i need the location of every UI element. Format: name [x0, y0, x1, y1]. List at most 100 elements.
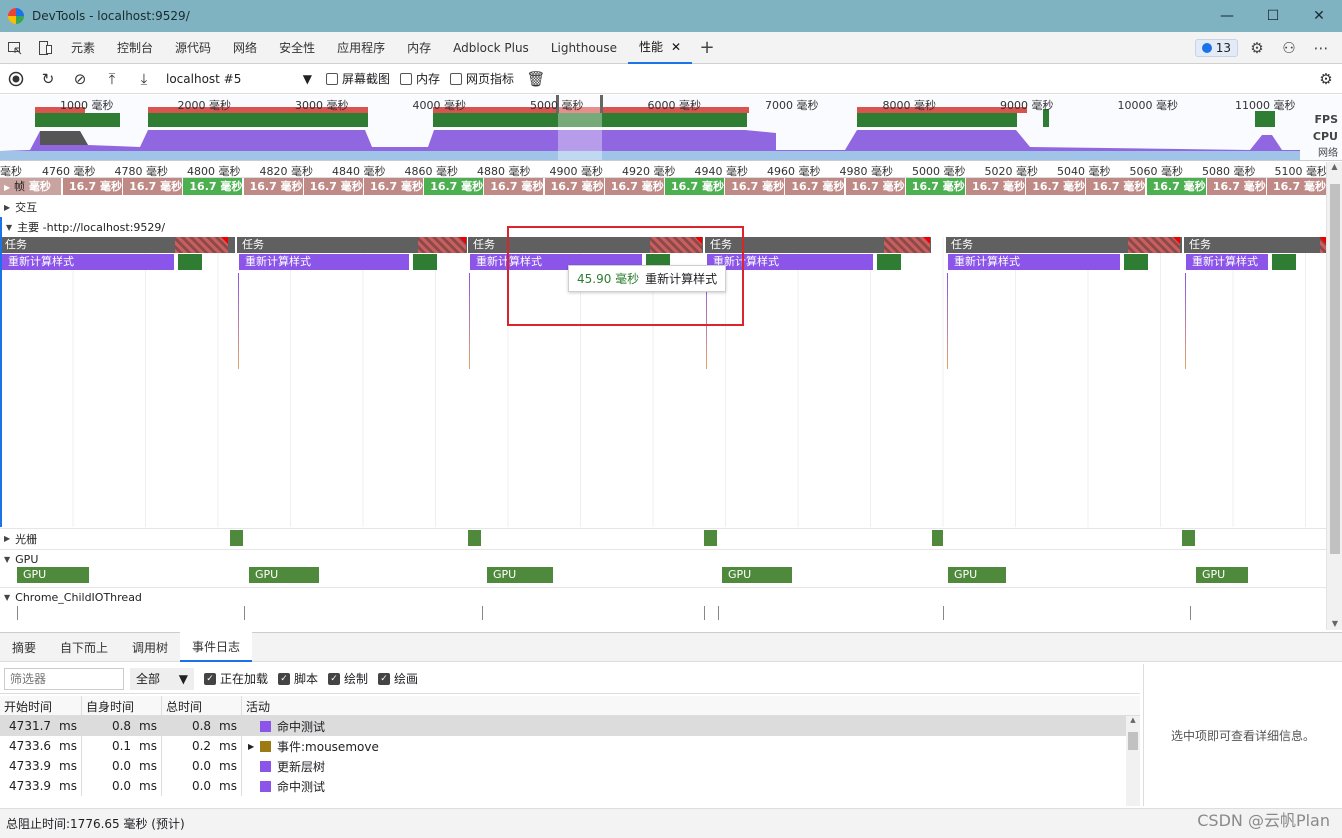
frame-block[interactable]: 16.7 毫秒 — [63, 178, 123, 195]
tab-4[interactable]: 安全性 — [268, 32, 326, 64]
raster-event[interactable] — [468, 530, 481, 546]
interactions-track[interactable]: ▶ 交互 — [0, 197, 1326, 217]
profile-select[interactable]: localhost #5 ▼ — [160, 72, 316, 86]
task-block[interactable]: 任务 — [1184, 237, 1326, 253]
table-row[interactable]: 4731.7 ms 0.8 ms 0.8 ms 命中测试 — [0, 716, 1140, 736]
raster-event[interactable] — [230, 530, 243, 546]
scripting-checkbox[interactable]: ✓ 脚本 — [278, 670, 318, 687]
frame-block[interactable]: 16.7 毫秒 — [424, 178, 485, 195]
rendering-checkbox[interactable]: ✓ 绘制 — [328, 670, 368, 687]
raster-event[interactable] — [704, 530, 717, 546]
table-scrollbar[interactable]: ▲ — [1126, 716, 1140, 806]
minimize-icon[interactable]: — — [1204, 0, 1250, 32]
painting-checkbox[interactable]: ✓ 绘画 — [378, 670, 418, 687]
tab-7[interactable]: Adblock Plus — [442, 32, 540, 64]
frame-block[interactable]: 16.7 毫秒 — [725, 178, 786, 195]
capture-settings-gear-icon[interactable]: ⚙ — [1310, 65, 1342, 93]
frame-block[interactable]: 16.7 毫秒 — [1206, 178, 1267, 195]
frame-block[interactable]: 16.7 毫秒 — [183, 178, 244, 195]
frame-block[interactable]: 16.7 毫秒 — [303, 178, 364, 195]
tab-9[interactable]: 性能 ✕ — [627, 32, 693, 64]
io-thread-track[interactable]: ▼ Chrome_ChildIOThread — [0, 587, 1326, 607]
frame-block[interactable]: 16.7 毫秒 — [364, 178, 424, 195]
gpu-event[interactable]: GPU — [17, 567, 89, 583]
frame-block[interactable]: 16.7 毫秒 — [665, 178, 725, 195]
bottom-tab-2[interactable]: 调用树 — [120, 632, 180, 662]
frame-block[interactable]: 16.7 毫秒 — [785, 178, 846, 195]
user-settings-icon[interactable]: ⚇ — [1276, 35, 1302, 61]
bottom-tab-1[interactable]: 自下而上 — [48, 632, 120, 662]
raster-event[interactable] — [932, 530, 943, 546]
clear-icon[interactable]: ⊘ — [64, 65, 96, 93]
tab-5[interactable]: 应用程序 — [326, 32, 396, 64]
record-icon[interactable] — [0, 65, 32, 93]
frame-block[interactable]: 16.7 毫秒 — [966, 178, 1026, 195]
frames-track-label[interactable]: ▶ 帧 毫秒 — [0, 178, 62, 195]
frame-block[interactable]: 16.7 毫秒 — [845, 178, 906, 195]
duration-select[interactable]: 全部 ▼ — [130, 667, 194, 690]
tab-2[interactable]: 源代码 — [164, 32, 222, 64]
memory-checkbox[interactable]: 内存 — [400, 70, 440, 87]
header-total-time[interactable]: 总时间 — [162, 696, 242, 715]
tab-3[interactable]: 网络 — [222, 32, 268, 64]
inspect-element-icon[interactable] — [0, 33, 30, 63]
trash-icon[interactable]: 🗑 — [520, 65, 552, 93]
paint-block[interactable] — [413, 254, 437, 270]
frame-block[interactable]: 16.7 毫秒 — [123, 178, 184, 195]
gpu-event[interactable]: GPU — [487, 567, 553, 583]
device-toolbar-icon[interactable] — [30, 33, 60, 63]
header-activity[interactable]: 活动 — [242, 696, 1140, 715]
recalc-style-block[interactable]: 重新计算样式 — [2, 254, 174, 270]
tab-1[interactable]: 控制台 — [106, 32, 164, 64]
tab-8[interactable]: Lighthouse — [540, 32, 628, 64]
issues-badge[interactable]: 13 — [1194, 38, 1238, 57]
add-tab-icon[interactable]: + — [692, 33, 722, 63]
table-row[interactable]: 4733.9 ms 0.0 ms 0.0 ms 命中测试 — [0, 776, 1140, 796]
scrollbar-thumb[interactable] — [1330, 184, 1340, 554]
more-options-icon[interactable]: ⋯ — [1308, 35, 1334, 61]
tab-0[interactable]: 元素 — [60, 32, 106, 64]
recalc-style-block[interactable]: 重新计算样式 — [239, 254, 409, 270]
close-tab-icon[interactable]: ✕ — [671, 40, 681, 54]
timeline-overview[interactable]: 1000 毫秒 2000 毫秒 3000 毫秒 4000 毫秒 5000 毫秒 6000 … — [0, 95, 1342, 161]
scroll-up-icon[interactable]: ▲ — [1327, 162, 1342, 171]
scroll-down-icon[interactable]: ▼ — [1327, 619, 1342, 628]
loading-checkbox[interactable]: ✓ 正在加载 — [204, 670, 268, 687]
paint-block[interactable] — [1124, 254, 1148, 270]
frame-block[interactable]: 16.7 毫秒 — [544, 178, 605, 195]
upload-icon[interactable]: ⤒ — [96, 65, 128, 93]
recalc-style-block[interactable]: 重新计算样式 — [948, 254, 1120, 270]
expand-triangle-icon[interactable]: ▶ — [248, 742, 256, 751]
timeline-scrollbar[interactable]: ▲ ▼ — [1326, 162, 1342, 630]
bottom-tab-0[interactable]: 摘要 — [0, 632, 48, 662]
raster-event[interactable] — [1182, 530, 1195, 546]
header-self-time[interactable]: 自身时间 — [82, 696, 162, 715]
download-icon[interactable]: ⤓ — [128, 65, 160, 93]
reload-record-icon[interactable]: ↻ — [32, 65, 64, 93]
table-row[interactable]: 4733.6 ms 0.1 ms 0.2 ms ▶ 事件:mousemove — [0, 736, 1140, 756]
scrollbar-thumb[interactable] — [1128, 732, 1138, 750]
raster-track[interactable]: ▶ 光栅 — [0, 528, 1326, 548]
scroll-up-icon[interactable]: ▲ — [1126, 716, 1140, 724]
frame-block[interactable]: 16.7 毫秒 — [243, 178, 304, 195]
web-vitals-checkbox[interactable]: 网页指标 — [450, 70, 514, 87]
gpu-track[interactable]: ▼ GPU — [0, 549, 1326, 569]
header-start-time[interactable]: 开始时间 — [0, 696, 82, 715]
paint-block[interactable] — [1272, 254, 1296, 270]
paint-block[interactable] — [877, 254, 901, 270]
screenshots-checkbox[interactable]: 屏幕截图 — [326, 70, 390, 87]
gpu-event[interactable]: GPU — [1196, 567, 1248, 583]
settings-gear-icon[interactable]: ⚙ — [1244, 35, 1270, 61]
gpu-event[interactable]: GPU — [722, 567, 792, 583]
frame-block[interactable]: 16.7 毫秒 — [484, 178, 545, 195]
frame-block[interactable]: 16.7 毫秒 — [1267, 178, 1326, 195]
paint-block[interactable] — [178, 254, 202, 270]
maximize-icon[interactable]: ☐ — [1250, 0, 1296, 32]
recalc-style-block[interactable]: 重新计算样式 — [1186, 254, 1268, 270]
tab-6[interactable]: 内存 — [396, 32, 442, 64]
frame-block[interactable]: 16.7 毫秒 — [905, 178, 966, 195]
frame-block[interactable]: 16.7 毫秒 — [1146, 178, 1207, 195]
frame-block[interactable]: 16.7 毫秒 — [604, 178, 665, 195]
frame-block[interactable]: 16.7 毫秒 — [1086, 178, 1147, 195]
frames-track[interactable]: ▶ 帧 毫秒 16.7 毫秒 16.7 毫秒 16.7 毫秒 16.7 毫秒 16.7 … — [0, 178, 1326, 196]
